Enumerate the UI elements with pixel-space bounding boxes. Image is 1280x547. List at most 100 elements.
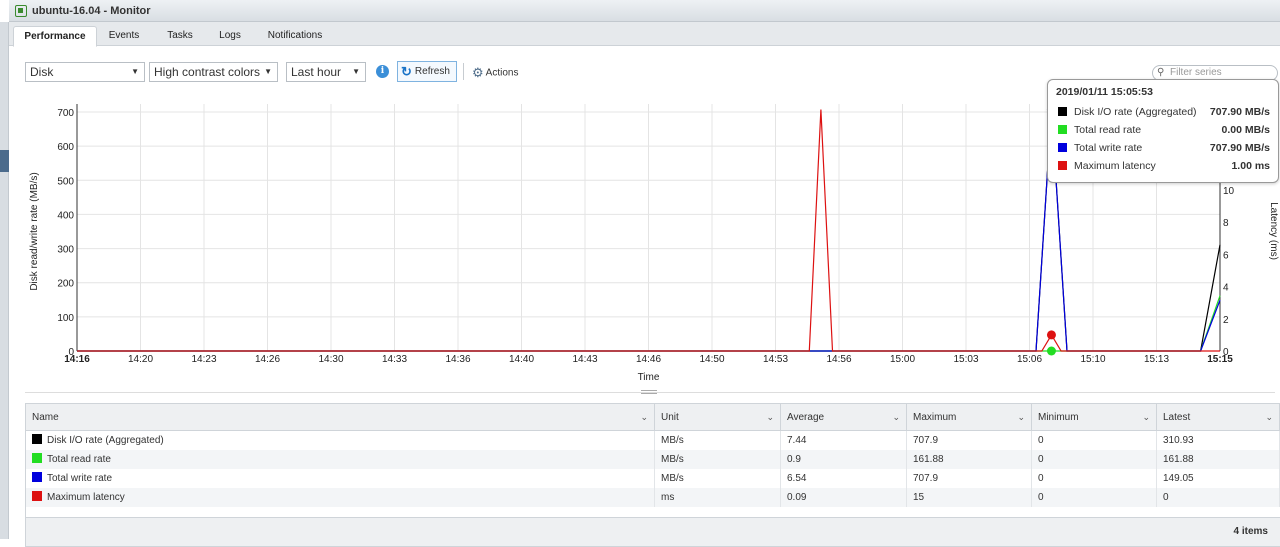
x-tick-label: 14:43: [572, 354, 597, 365]
x-tick-label: 15:03: [953, 354, 978, 365]
y2-tick-label: 6: [1223, 250, 1229, 261]
series-swatch: [32, 472, 42, 482]
tooltip-row: Total read rate 0.00 MB/s: [1056, 123, 1270, 141]
refresh-icon: ↻: [401, 64, 412, 79]
y-tick-label: 700: [57, 108, 74, 119]
cell-maximum: 707.9: [907, 469, 1032, 488]
cell-text: 707.9: [913, 473, 939, 484]
cell-average: 6.54: [781, 469, 907, 488]
column-header-average[interactable]: Average ⌄: [781, 404, 907, 430]
cell-text: 0: [1163, 492, 1169, 503]
cell-average: 0.9: [781, 450, 907, 469]
table-header: Name ⌄ Unit ⌄ Average ⌄ Maximum ⌄ Minimum ⌄ L…: [26, 404, 1280, 431]
tab-tasks[interactable]: Tasks: [157, 26, 203, 47]
tooltip-series-name: Total write rate: [1074, 142, 1143, 154]
table-row[interactable]: Total write rate MB/s 6.54 707.9 0 149.05: [26, 469, 1280, 488]
column-label: Maximum: [913, 412, 957, 423]
actions-label: Actions: [485, 67, 519, 79]
series-marker-maximum-latency: [1046, 330, 1056, 340]
x-tick-label: 15:13: [1144, 354, 1169, 365]
x-tick-label: 14:50: [699, 354, 724, 365]
cell-name: Disk I/O rate (Aggregated): [26, 431, 655, 450]
table-footer: 4 items: [26, 517, 1280, 546]
column-label: Minimum: [1038, 412, 1079, 423]
series-swatch: [32, 491, 42, 501]
cell-unit: MB/s: [655, 431, 781, 450]
tab-performance[interactable]: Performance: [13, 26, 97, 47]
cell-average: 0.09: [781, 488, 907, 507]
cell-text: MB/s: [661, 454, 684, 465]
cell-maximum: 161.88: [907, 450, 1032, 469]
x-tick-label: 14:56: [826, 354, 851, 365]
window-title: ubuntu-16.04 - Monitor: [32, 4, 151, 17]
column-header-unit[interactable]: Unit ⌄: [655, 404, 781, 430]
column-header-maximum[interactable]: Maximum ⌄: [907, 404, 1032, 430]
cell-text: 7.44: [787, 435, 807, 446]
metric-select-value: Disk: [30, 65, 54, 79]
cell-unit: MB/s: [655, 469, 781, 488]
filter-placeholder: Filter series: [1170, 67, 1222, 78]
tooltip-series-value: 1.00 ms: [1231, 160, 1270, 172]
x-tick-label: 14:53: [763, 354, 788, 365]
cell-unit: ms: [655, 488, 781, 507]
cell-latest: 149.05: [1157, 469, 1280, 488]
refresh-button[interactable]: ↻ Refresh: [397, 61, 457, 82]
tooltip-series-value: 707.90 MB/s: [1209, 142, 1270, 154]
column-label: Name: [32, 412, 59, 423]
column-label: Average: [787, 412, 825, 423]
cell-text: 15: [913, 492, 925, 503]
series-swatch: [1058, 125, 1067, 134]
table-row[interactable]: Maximum latency ms 0.09 15 0 0: [26, 488, 1280, 507]
actions-menu-button[interactable]: ⚙ Actions: [472, 65, 518, 81]
series-table: Name ⌄ Unit ⌄ Average ⌄ Maximum ⌄ Minimum ⌄ L…: [25, 403, 1280, 547]
tooltip-series-value: 0.00 MB/s: [1221, 124, 1270, 136]
tab-events[interactable]: Events: [101, 26, 147, 47]
chevron-down-icon: ⌄: [892, 412, 900, 422]
y2-tick-label: 0: [1223, 347, 1229, 358]
series-swatch: [1058, 143, 1067, 152]
gear-icon: ⚙: [472, 65, 484, 80]
chevron-down-icon: ⌄: [1142, 412, 1150, 422]
y-tick-label: 200: [57, 279, 74, 290]
tab-logs[interactable]: Logs: [209, 26, 251, 47]
color-scheme-value: High contrast colors: [154, 65, 261, 79]
cell-average: 7.44: [781, 431, 907, 450]
column-header-name[interactable]: Name ⌄: [26, 404, 655, 430]
cell-text: 310.93: [1163, 435, 1194, 446]
tooltip-series-value: 707.90 MB/s: [1209, 106, 1270, 118]
left-panel-edge: [0, 22, 9, 539]
cell-text: Maximum latency: [47, 492, 125, 503]
info-icon[interactable]: i: [376, 65, 389, 78]
x-tick-label: 14:46: [636, 354, 661, 365]
x-tick-label: 14:20: [128, 354, 153, 365]
chart-tooltip: 2019/01/11 15:05:53 Disk I/O rate (Aggre…: [1047, 79, 1279, 183]
y2-tick-label: 2: [1223, 315, 1229, 326]
cell-text: 0.9: [787, 454, 801, 465]
cell-text: 0: [1038, 492, 1044, 503]
series-swatch: [32, 434, 42, 444]
x-tick-label: 15:15: [1207, 354, 1233, 365]
time-range-select[interactable]: Last hour ▼: [286, 62, 366, 82]
y2-axis-label: Latency (ms): [1268, 202, 1279, 260]
metric-select[interactable]: Disk ▼: [25, 62, 145, 82]
cell-text: 0: [1038, 473, 1044, 484]
x-tick-label: 15:10: [1080, 354, 1105, 365]
table-row[interactable]: Disk I/O rate (Aggregated) MB/s 7.44 707.9 0…: [26, 431, 1280, 450]
splitter-grip[interactable]: [641, 390, 657, 394]
vm-icon: [15, 4, 27, 17]
x-axis-label: Time: [638, 372, 660, 383]
cell-text: 707.9: [913, 435, 939, 446]
column-header-minimum[interactable]: Minimum ⌄: [1032, 404, 1157, 430]
column-header-latest[interactable]: Latest ⌄: [1157, 404, 1280, 430]
chevron-down-icon: ⌄: [1017, 412, 1025, 422]
cell-name: Total write rate: [26, 469, 655, 488]
x-tick-label: 14:16: [64, 354, 90, 365]
series-swatch: [32, 453, 42, 463]
tab-notifications[interactable]: Notifications: [261, 26, 329, 47]
cell-text: MB/s: [661, 435, 684, 446]
table-row[interactable]: Total read rate MB/s 0.9 161.88 0 161.88: [26, 450, 1280, 469]
color-scheme-select[interactable]: High contrast colors ▼: [149, 62, 278, 82]
cell-name: Total read rate: [26, 450, 655, 469]
x-tick-label: 15:06: [1017, 354, 1042, 365]
tooltip-row: Disk I/O rate (Aggregated) 707.90 MB/s: [1056, 105, 1270, 123]
